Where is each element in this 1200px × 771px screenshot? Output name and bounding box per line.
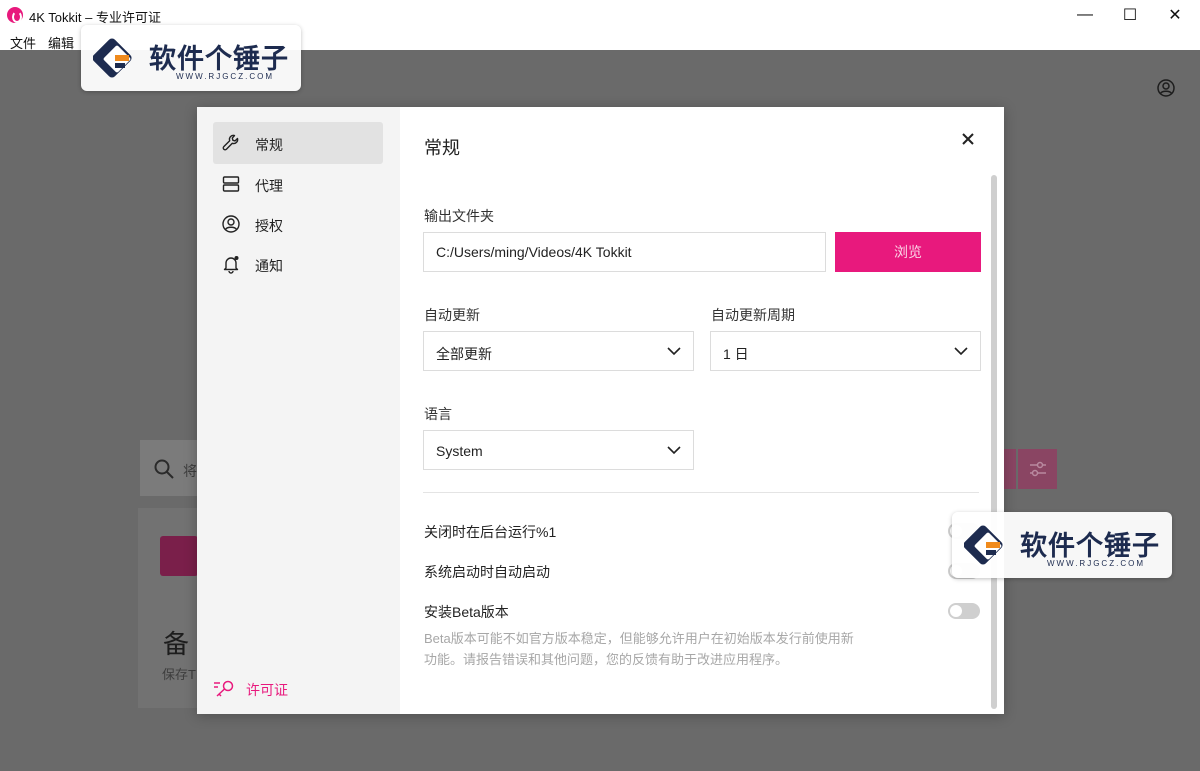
backup-icon — [160, 536, 198, 576]
wrench-icon — [222, 134, 239, 151]
settings-sidebar: 常规 代理 授权 通知 许可证 — [197, 107, 400, 714]
watermark-top: 软件个锤子 WWW.RJGCZ.COM — [81, 25, 301, 91]
scrollbar[interactable] — [991, 175, 997, 709]
settings-dialog: 常规 代理 授权 通知 许可证 常规 输出文件夹 C:/Users/ming/V… — [197, 107, 1004, 714]
auto-update-value: 全部更新 — [436, 346, 492, 362]
language-value: System — [436, 443, 483, 459]
bell-icon — [223, 256, 239, 274]
chevron-down-icon — [667, 347, 681, 356]
language-select[interactable]: System — [423, 430, 694, 470]
user-circle-icon — [222, 215, 240, 233]
server-icon — [222, 176, 240, 192]
background-card-title: 备 — [163, 629, 190, 659]
browse-button[interactable]: 浏览 — [835, 232, 981, 272]
auto-update-period-select[interactable]: 1 日 — [710, 331, 981, 371]
sliders-icon — [1030, 461, 1046, 477]
app-logo-icon — [7, 7, 23, 23]
sidebar-item-proxy[interactable]: 代理 — [213, 163, 383, 205]
watermark-url: WWW.RJGCZ.COM — [1047, 559, 1145, 568]
sidebar-item-general[interactable]: 常规 — [213, 122, 383, 164]
output-folder-input[interactable] — [423, 232, 826, 272]
background-search-placeholder: 将 — [183, 463, 197, 479]
sidebar-item-notifications[interactable]: 通知 — [213, 243, 383, 285]
install-beta-label: 安装Beta版本 — [424, 604, 509, 620]
background-button — [1004, 449, 1016, 489]
run-in-background-label: 关闭时在后台运行%1 — [424, 524, 557, 540]
autostart-label: 系统启动时自动启动 — [424, 564, 550, 580]
divider — [423, 492, 979, 493]
settings-content: 常规 输出文件夹 浏览 自动更新 全部更新 自动更新周期 1 日 语言 Syst… — [400, 107, 1004, 714]
language-label: 语言 — [424, 406, 452, 422]
auto-update-select[interactable]: 全部更新 — [423, 331, 694, 371]
account-icon[interactable] — [1157, 79, 1175, 97]
page-title: 常规 — [424, 138, 460, 158]
sidebar-item-authorization[interactable]: 授权 — [213, 203, 383, 245]
sidebar-item-label: 代理 — [255, 178, 283, 194]
license-link[interactable]: 许可证 — [213, 677, 333, 701]
install-beta-toggle[interactable] — [948, 603, 980, 619]
watermark-title: 软件个锤子 — [149, 44, 289, 74]
beta-description: Beta版本可能不如官方版本稳定，但能够允许用户在初始版本发行前使用新功能。请报… — [424, 631, 854, 667]
auto-update-period-value: 1 日 — [723, 346, 749, 362]
window-title: 4K Tokkit – 专业许可证 — [29, 10, 161, 25]
background-card-subtitle: 保存T — [162, 667, 196, 682]
sidebar-item-label: 通知 — [255, 258, 283, 274]
chevron-down-icon — [954, 347, 968, 356]
auto-update-label: 自动更新 — [424, 307, 480, 323]
minimize-button[interactable]: — — [1062, 0, 1108, 30]
close-window-button[interactable]: ✕ — [1152, 0, 1198, 30]
sidebar-item-label: 常规 — [255, 137, 283, 153]
watermark-title: 软件个锤子 — [1020, 531, 1160, 561]
license-label: 许可证 — [246, 682, 288, 698]
auto-update-period-label: 自动更新周期 — [711, 307, 795, 323]
maximize-button[interactable]: ☐ — [1107, 0, 1153, 30]
watermark-bottom: 软件个锤子 WWW.RJGCZ.COM — [952, 512, 1172, 578]
key-icon — [214, 680, 234, 697]
chevron-down-icon — [667, 446, 681, 455]
close-icon[interactable] — [960, 131, 976, 147]
sidebar-item-label: 授权 — [255, 218, 283, 234]
output-folder-label: 输出文件夹 — [424, 208, 494, 224]
watermark-logo-icon — [93, 38, 132, 78]
search-icon — [154, 459, 174, 479]
watermark-url: WWW.RJGCZ.COM — [176, 72, 274, 81]
watermark-logo-icon — [964, 525, 1003, 565]
